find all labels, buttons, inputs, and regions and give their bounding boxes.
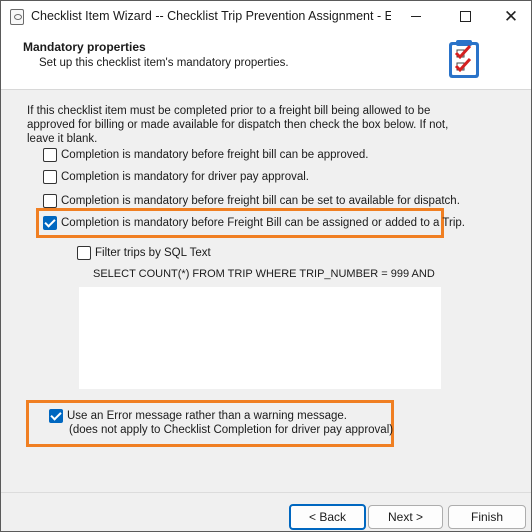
error-message-checkbox[interactable] xyxy=(49,409,63,423)
filter-sql-checkbox[interactable] xyxy=(77,246,91,260)
app-icon xyxy=(10,9,24,25)
wizard-footer: < Back Next > Finish xyxy=(1,492,531,531)
close-button[interactable]: ✕ xyxy=(488,1,531,32)
back-button[interactable]: < Back xyxy=(289,504,366,530)
maximize-button[interactable] xyxy=(442,1,488,32)
approved-checkbox[interactable] xyxy=(43,148,57,162)
filter-sql-label: Filter trips by SQL Text xyxy=(95,247,211,259)
page-subtitle: Set up this checklist item's mandatory p… xyxy=(39,57,289,69)
finish-button[interactable]: Finish xyxy=(448,505,526,529)
page-title: Mandatory properties xyxy=(23,40,146,54)
next-button[interactable]: Next > xyxy=(368,505,443,529)
approved-checkbox-row[interactable]: Completion is mandatory before freight b… xyxy=(43,148,368,162)
driver-pay-checkbox-row[interactable]: Completion is mandatory for driver pay a… xyxy=(43,170,309,184)
driver-pay-checkbox[interactable] xyxy=(43,170,57,184)
window-title: Checklist Item Wizard -- Checklist Trip … xyxy=(31,9,391,23)
wizard-header: Mandatory properties Set up this checkli… xyxy=(1,32,531,90)
wizard-window: Checklist Item Wizard -- Checklist Trip … xyxy=(0,0,532,532)
error-message-note: (does not apply to Checklist Completion … xyxy=(69,424,394,436)
dispatch-checkbox[interactable] xyxy=(43,194,57,208)
trip-checkbox[interactable] xyxy=(43,216,57,230)
error-message-label: Use an Error message rather than a warni… xyxy=(67,410,347,422)
dispatch-checkbox-row[interactable]: Completion is mandatory before freight b… xyxy=(43,194,460,208)
driver-pay-checkbox-label: Completion is mandatory for driver pay a… xyxy=(61,171,310,183)
intro-text: If this checklist item must be completed… xyxy=(27,105,449,145)
approved-checkbox-label: Completion is mandatory before freight b… xyxy=(61,149,369,161)
filter-sql-checkbox-row[interactable]: Filter trips by SQL Text xyxy=(77,246,211,260)
sql-text-prefix: SELECT COUNT(*) FROM TRIP WHERE TRIP_NUM… xyxy=(93,268,435,280)
wizard-content: If this checklist item must be completed… xyxy=(1,90,531,492)
sql-text-area[interactable] xyxy=(79,287,441,389)
dispatch-checkbox-label: Completion is mandatory before freight b… xyxy=(61,195,460,207)
trip-checkbox-label: Completion is mandatory before Freight B… xyxy=(61,217,465,229)
error-option-row[interactable]: Use an Error message rather than a warni… xyxy=(49,409,393,437)
trip-checkbox-row[interactable]: Completion is mandatory before Freight B… xyxy=(43,216,465,230)
title-bar: Checklist Item Wizard -- Checklist Trip … xyxy=(1,1,531,32)
minimize-button[interactable] xyxy=(393,1,439,32)
checklist-icon xyxy=(449,40,479,78)
